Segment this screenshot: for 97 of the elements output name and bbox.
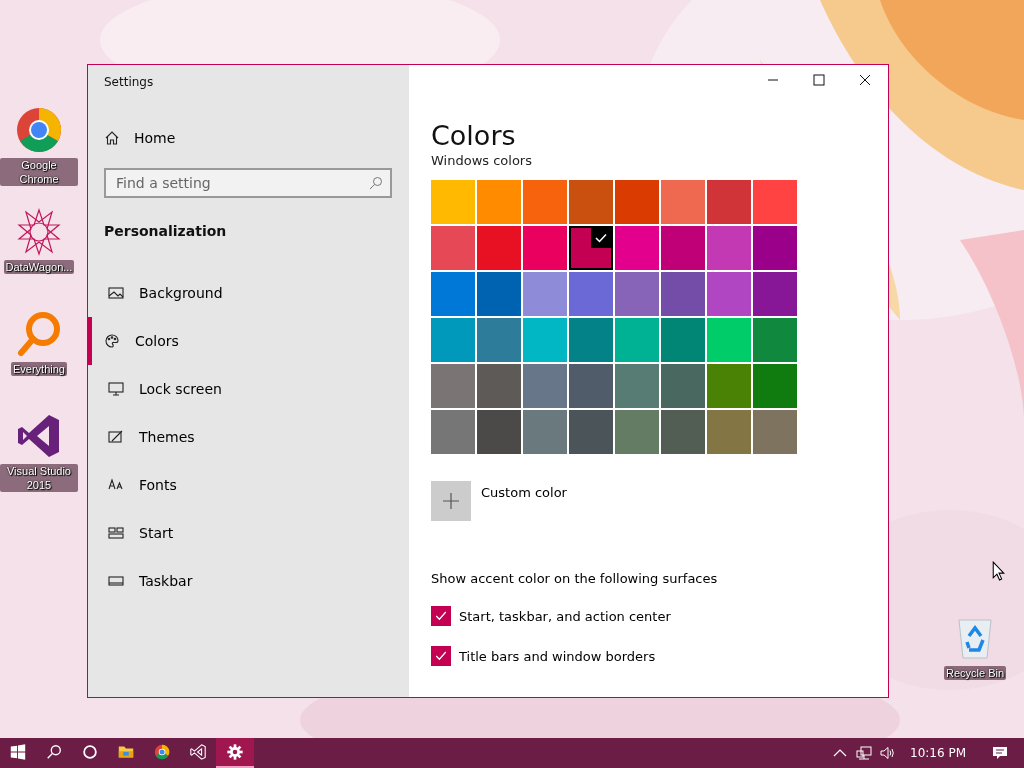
network-icon[interactable]: [856, 745, 872, 761]
notification-icon[interactable]: [992, 745, 1008, 761]
desktop-icon-label: DataWagon...: [3, 260, 75, 274]
visual-studio-icon: [189, 743, 207, 761]
color-swatch[interactable]: [523, 364, 567, 408]
checkbox[interactable]: [431, 646, 451, 666]
color-swatch[interactable]: [707, 410, 751, 454]
color-swatch[interactable]: [661, 364, 705, 408]
desktop-icon-label: Everything: [11, 362, 67, 376]
color-swatch[interactable]: [661, 272, 705, 316]
color-swatch[interactable]: [661, 226, 705, 270]
color-swatch[interactable]: [569, 410, 613, 454]
color-swatch[interactable]: [569, 226, 613, 270]
color-swatch[interactable]: [707, 272, 751, 316]
palette-icon: [104, 333, 120, 349]
circle-icon: [81, 743, 99, 761]
nav-item[interactable]: Fonts: [88, 461, 392, 509]
color-swatch[interactable]: [523, 318, 567, 362]
settings-icon: [226, 743, 244, 761]
nav-item[interactable]: Background: [88, 269, 392, 317]
taskbar-icon: [108, 573, 124, 589]
color-swatch[interactable]: [523, 180, 567, 224]
color-swatch[interactable]: [523, 226, 567, 270]
window-title: Settings: [104, 75, 154, 89]
tiles-icon: [108, 525, 124, 541]
color-swatch[interactable]: [753, 364, 797, 408]
custom-color-label[interactable]: Custom color: [481, 485, 567, 500]
section-heading: Personalization: [104, 223, 227, 239]
color-swatch[interactable]: [477, 226, 521, 270]
taskbar-button[interactable]: [216, 738, 254, 768]
color-swatch[interactable]: [707, 180, 751, 224]
color-swatch[interactable]: [477, 272, 521, 316]
home-link[interactable]: Home: [104, 130, 176, 146]
color-swatch[interactable]: [477, 410, 521, 454]
color-swatch[interactable]: [431, 364, 475, 408]
color-swatch[interactable]: [615, 226, 659, 270]
color-swatch[interactable]: [569, 272, 613, 316]
monitor-icon: [108, 381, 124, 397]
subsection-heading: Windows colors: [431, 154, 532, 168]
mouse-cursor-icon: [992, 561, 1005, 581]
color-swatch[interactable]: [753, 410, 797, 454]
color-swatch[interactable]: [569, 318, 613, 362]
color-swatch[interactable]: [431, 318, 475, 362]
search-field[interactable]: Find a setting: [104, 168, 392, 198]
color-swatch[interactable]: [569, 180, 613, 224]
color-swatch[interactable]: [753, 180, 797, 224]
color-swatch[interactable]: [615, 410, 659, 454]
color-swatch[interactable]: [431, 180, 475, 224]
image-icon: [108, 285, 124, 301]
color-swatch[interactable]: [753, 272, 797, 316]
color-swatch[interactable]: [615, 318, 659, 362]
search-icon: [45, 743, 63, 761]
color-swatch[interactable]: [431, 410, 475, 454]
desktop-icon-label: Recycle Bin: [943, 666, 1007, 680]
checkmark-icon: [591, 228, 611, 248]
color-swatch[interactable]: [707, 364, 751, 408]
color-swatch[interactable]: [661, 318, 705, 362]
nav-item[interactable]: Themes: [88, 413, 392, 461]
desktop-icon-label: Visual Studio 2015: [0, 464, 78, 492]
add-color-button[interactable]: [431, 481, 471, 521]
desktop-icon-label: Google Chrome: [0, 158, 78, 186]
checkbox-label: Start, taskbar, and action center: [459, 608, 671, 624]
nav-item[interactable]: Start: [88, 509, 392, 557]
color-swatch[interactable]: [753, 318, 797, 362]
checkbox-label: Title bars and window borders: [459, 648, 656, 664]
magnifier-icon[interactable]: [15, 310, 63, 358]
checkbox[interactable]: [431, 606, 451, 626]
volume-icon[interactable]: [880, 745, 896, 761]
color-swatch[interactable]: [707, 318, 751, 362]
color-swatch[interactable]: [477, 364, 521, 408]
page-title: Colors: [431, 120, 516, 152]
nav-item[interactable]: Taskbar: [88, 557, 392, 605]
chrome-icon: [153, 743, 171, 761]
color-swatch[interactable]: [615, 364, 659, 408]
color-swatch[interactable]: [431, 272, 475, 316]
color-swatch[interactable]: [753, 226, 797, 270]
chrome-app-icon[interactable]: [15, 106, 63, 154]
star-pattern-icon[interactable]: [15, 208, 63, 256]
clock[interactable]: 10:16 PM: [910, 746, 966, 760]
color-swatch[interactable]: [477, 180, 521, 224]
color-swatch[interactable]: [569, 364, 613, 408]
search-icon: [369, 176, 383, 190]
brush-icon: [108, 429, 124, 445]
nav-item[interactable]: Colors: [88, 317, 392, 365]
color-swatch[interactable]: [707, 226, 751, 270]
color-swatch[interactable]: [477, 318, 521, 362]
color-swatch[interactable]: [661, 410, 705, 454]
color-swatch[interactable]: [615, 180, 659, 224]
surfaces-heading: Show accent color on the following surfaces: [431, 571, 718, 586]
color-swatch[interactable]: [661, 180, 705, 224]
nav-item[interactable]: Lock screen: [88, 365, 392, 413]
color-swatch[interactable]: [523, 410, 567, 454]
color-swatch[interactable]: [615, 272, 659, 316]
home-icon: [104, 130, 120, 146]
color-swatch[interactable]: [431, 226, 475, 270]
windows-logo-icon: [9, 743, 27, 761]
color-swatch[interactable]: [523, 272, 567, 316]
